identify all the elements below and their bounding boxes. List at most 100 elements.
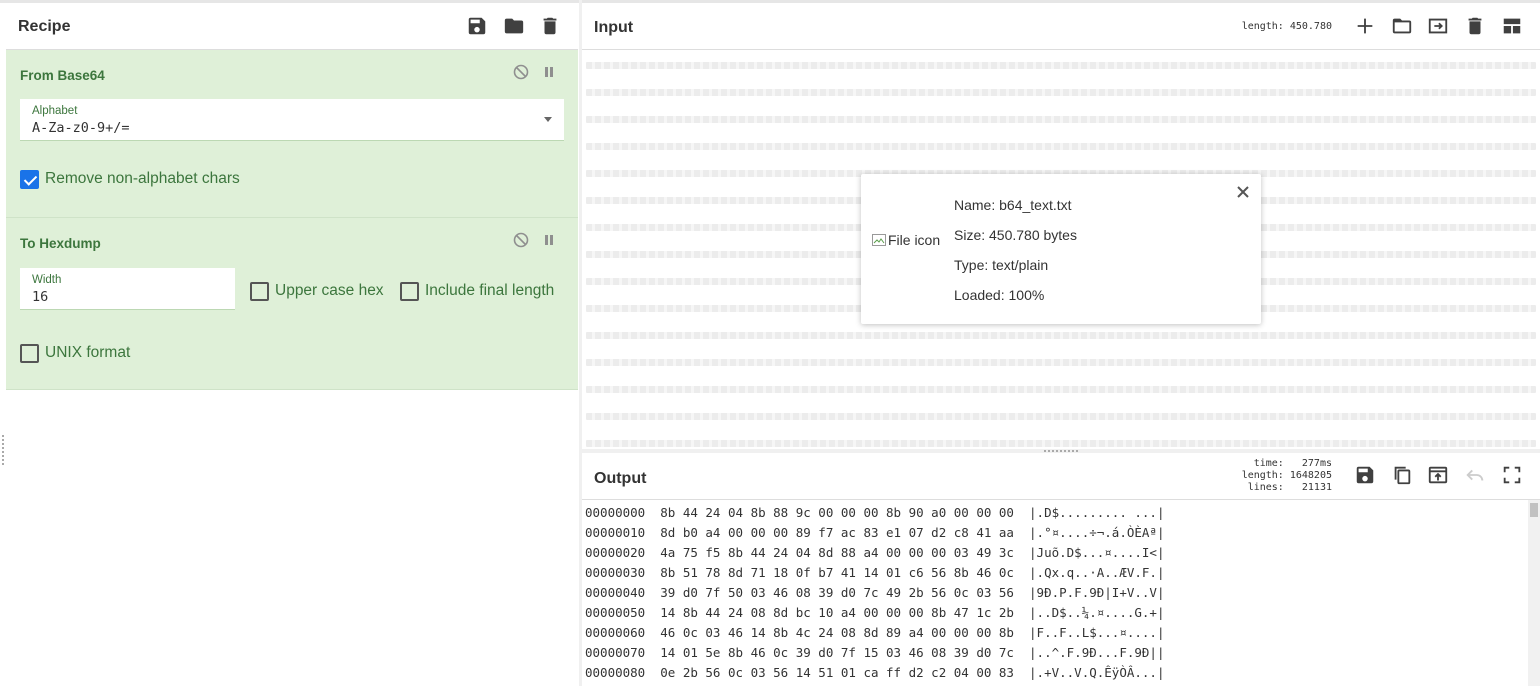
remove-nonalpha-label[interactable]: Remove non-alphabet chars bbox=[45, 170, 240, 188]
reset-layout-button[interactable] bbox=[1501, 15, 1523, 37]
disable-op-button[interactable] bbox=[513, 232, 529, 248]
close-file-button[interactable] bbox=[1235, 184, 1251, 200]
splitter-grip[interactable] bbox=[1044, 450, 1078, 452]
recipe-title: Recipe bbox=[18, 18, 71, 35]
input-text-blur bbox=[586, 62, 1536, 69]
input-text-blur bbox=[586, 359, 1536, 366]
save-output-button[interactable] bbox=[1354, 464, 1376, 486]
include-final-length-checkbox[interactable] bbox=[400, 282, 419, 301]
upper-case-hex-label[interactable]: Upper case hex bbox=[275, 282, 384, 300]
upper-case-hex-checkbox[interactable] bbox=[250, 282, 269, 301]
recipe-header: Recipe bbox=[6, 3, 578, 50]
breakpoint-op-button[interactable] bbox=[541, 64, 557, 80]
pane-resize-handle[interactable] bbox=[2, 435, 4, 465]
hexdump-line: 00000010 8d b0 a4 00 00 00 89 f7 ac 83 e… bbox=[585, 525, 1165, 540]
scroll-thumb[interactable] bbox=[1530, 503, 1538, 517]
undo-button[interactable] bbox=[1464, 464, 1486, 486]
copy-output-button[interactable] bbox=[1391, 464, 1413, 486]
open-file-button[interactable] bbox=[1391, 15, 1413, 37]
hexdump-line: 00000020 4a 75 f5 8b 44 24 04 8d 88 a4 0… bbox=[585, 545, 1165, 560]
trash-icon bbox=[1468, 17, 1482, 35]
input-header: Input length: 450.780 bbox=[582, 3, 1540, 50]
folder-icon bbox=[504, 18, 524, 34]
save-icon bbox=[468, 17, 486, 35]
plus-icon bbox=[1357, 18, 1373, 34]
hexdump-line: 00000040 39 d0 7f 50 03 46 08 39 d0 7c 4… bbox=[585, 585, 1165, 600]
undo-icon bbox=[1466, 469, 1484, 481]
input-text-line bbox=[586, 440, 1536, 449]
save-recipe-button[interactable] bbox=[466, 15, 488, 37]
open-folder-button[interactable] bbox=[1427, 15, 1449, 37]
file-details-card: File icon Name: b64_text.txt Size: 450.7… bbox=[861, 174, 1261, 324]
pause-icon bbox=[545, 67, 553, 77]
clear-recipe-button[interactable] bbox=[539, 15, 561, 37]
file-name: Name: b64_text.txt bbox=[954, 197, 1072, 213]
output-text[interactable]: 00000000 8b 44 24 04 8b 88 9c 00 00 00 8… bbox=[585, 503, 1164, 683]
load-recipe-button[interactable] bbox=[503, 15, 525, 37]
op-title: To Hexdump bbox=[20, 236, 101, 251]
alphabet-value: A-Za-z0-9+/= bbox=[32, 120, 130, 136]
input-text-line bbox=[586, 413, 1536, 433]
file-icon: File icon bbox=[871, 232, 940, 248]
breakpoint-op-button[interactable] bbox=[541, 232, 557, 248]
disable-icon bbox=[513, 64, 529, 80]
file-type: Type: text/plain bbox=[954, 257, 1049, 273]
save-icon bbox=[1356, 466, 1374, 484]
input-text-line bbox=[586, 143, 1536, 163]
input-arrow-icon bbox=[1428, 18, 1448, 34]
width-value[interactable]: 16 bbox=[32, 289, 48, 305]
output-header: Output time: 277ms length: 1648205 lines… bbox=[582, 453, 1540, 500]
input-title: Input bbox=[594, 19, 634, 36]
input-text-blur bbox=[586, 332, 1536, 339]
hexdump-line: 00000050 14 8b 44 24 08 8d bc 10 a4 00 0… bbox=[585, 605, 1165, 620]
disable-op-button[interactable] bbox=[513, 64, 529, 80]
disable-icon bbox=[513, 232, 529, 248]
output-stats: time: 277ms length: 1648205 lines: 21131 bbox=[1241, 458, 1332, 493]
maximise-output-button[interactable] bbox=[1501, 464, 1523, 486]
input-text-line bbox=[586, 116, 1536, 136]
trash-icon bbox=[543, 17, 557, 35]
chevron-down-icon[interactable] bbox=[544, 117, 552, 122]
output-title: Output bbox=[594, 470, 647, 487]
input-text-line bbox=[586, 386, 1536, 406]
file-icon-alt: File icon bbox=[888, 232, 941, 248]
output-scrollbar[interactable] bbox=[1528, 500, 1540, 686]
op-from-base64[interactable]: From Base64 Alphabet A-Za-z0-9+/= Remove… bbox=[6, 50, 578, 218]
replace-input-button[interactable] bbox=[1427, 464, 1449, 486]
output-pane: Output time: 277ms length: 1648205 lines… bbox=[582, 453, 1540, 686]
hexdump-line: 00000030 8b 51 78 8d 71 18 0f b7 41 14 0… bbox=[585, 565, 1165, 580]
input-text-blur bbox=[586, 386, 1536, 393]
input-text-line bbox=[586, 89, 1536, 109]
broken-image-icon bbox=[872, 234, 886, 246]
alphabet-select[interactable]: Alphabet A-Za-z0-9+/= bbox=[20, 99, 564, 141]
input-text-blur bbox=[586, 116, 1536, 123]
width-label: Width bbox=[32, 274, 62, 286]
recipe-pane: Recipe From Base64 Alphabet A-Za-z0-9+/=… bbox=[6, 3, 578, 686]
input-text-blur bbox=[586, 89, 1536, 96]
input-text-line bbox=[586, 62, 1536, 82]
include-final-length-label[interactable]: Include final length bbox=[425, 282, 554, 300]
file-loaded: Loaded: 100% bbox=[954, 287, 1045, 303]
unix-format-checkbox[interactable] bbox=[20, 344, 39, 363]
add-input-tab-button[interactable] bbox=[1354, 15, 1376, 37]
input-text-blur bbox=[586, 440, 1536, 447]
open-in-input-icon bbox=[1428, 466, 1448, 484]
clear-input-button[interactable] bbox=[1464, 15, 1486, 37]
file-size: Size: 450.780 bytes bbox=[954, 227, 1077, 243]
hexdump-line: 00000080 0e 2b 56 0c 03 56 14 51 01 ca f… bbox=[585, 665, 1165, 680]
hexdump-line: 00000000 8b 44 24 04 8b 88 9c 00 00 00 8… bbox=[585, 505, 1165, 520]
hexdump-line: 00000070 14 01 5e 8b 46 0c 39 d0 7f 15 0… bbox=[585, 645, 1165, 660]
hexdump-line: 00000060 46 0c 03 46 14 8b 4c 24 08 8d 8… bbox=[585, 625, 1165, 640]
input-pane: Input length: 450.780 File icon Name: b6… bbox=[582, 3, 1540, 449]
close-icon bbox=[1237, 186, 1249, 198]
op-to-hexdump[interactable]: To Hexdump Width 16 Upper case hex Inclu… bbox=[6, 218, 578, 390]
width-input[interactable]: Width 16 bbox=[20, 268, 235, 310]
unix-format-label[interactable]: UNIX format bbox=[45, 344, 130, 362]
remove-nonalpha-checkbox[interactable] bbox=[20, 170, 39, 189]
input-text-line bbox=[586, 359, 1536, 379]
folder-icon bbox=[1392, 18, 1412, 34]
input-text-blur bbox=[586, 143, 1536, 150]
fullscreen-icon bbox=[1503, 466, 1521, 484]
op-title: From Base64 bbox=[20, 68, 105, 83]
layout-icon bbox=[1503, 18, 1521, 34]
